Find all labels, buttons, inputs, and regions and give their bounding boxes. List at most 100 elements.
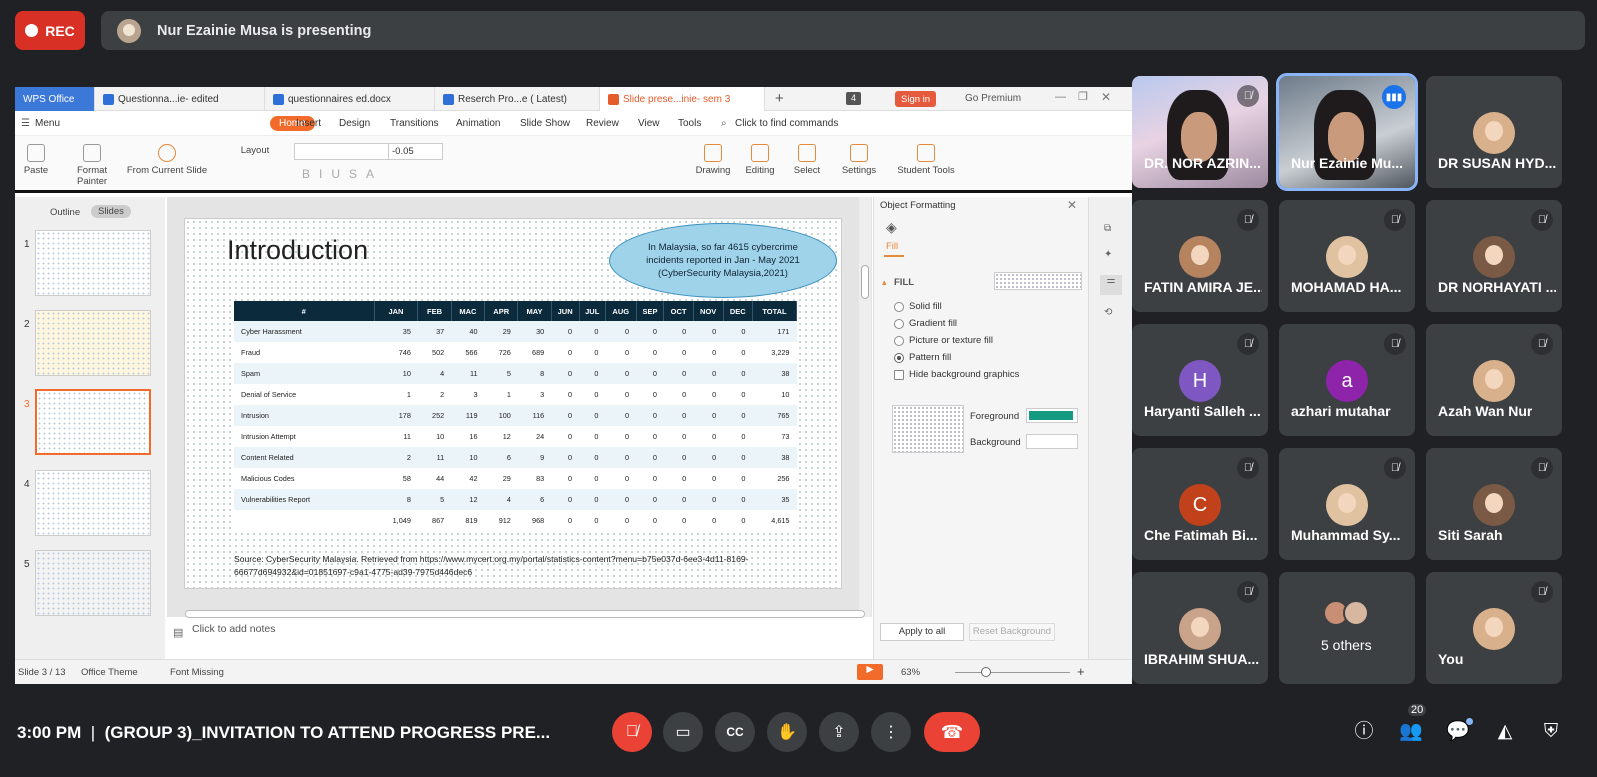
paste-button[interactable]: Paste [19, 144, 53, 176]
zoom-slider-handle[interactable] [981, 667, 991, 677]
properties-icon[interactable]: ⚌ [1100, 275, 1122, 295]
tab-transitions[interactable]: Transitions [390, 118, 439, 129]
host-controls-icon[interactable]: ⛨ [1539, 720, 1563, 744]
horizontal-scrollbar[interactable] [185, 610, 865, 618]
zoom-level[interactable]: 63% [901, 667, 920, 678]
reset-background-button[interactable]: Reset Background [969, 623, 1055, 641]
outline-tab[interactable]: Outline [50, 207, 80, 218]
pattern-preview-select[interactable] [892, 405, 964, 453]
meeting-details-icon[interactable]: ⓘ [1352, 720, 1376, 744]
font-size-select[interactable]: -0.05 [388, 143, 443, 160]
minimize-icon[interactable]: — [1055, 91, 1066, 103]
participant-tile[interactable]: 🎙̸ MOHAMAD HA... [1279, 200, 1415, 312]
participant-tile[interactable]: ▮▮▮ Nur Ezainie Mu... [1276, 73, 1418, 191]
zoom-slider[interactable] [955, 672, 1070, 673]
slide-thumbnail-4[interactable] [35, 470, 151, 536]
go-premium-link[interactable]: Go Premium [965, 93, 1021, 104]
menu-button[interactable]: Menu [35, 118, 60, 129]
new-tab-icon[interactable]: + [775, 90, 784, 107]
solid-fill-option[interactable]: Solid fill [894, 301, 942, 312]
mic-off-icon: 🎙̸ [626, 723, 638, 740]
captions-button[interactable]: CC [715, 712, 755, 752]
participant-tile[interactable]: 🎙̸ Azah Wan Nur [1426, 324, 1562, 436]
tab-slide-presentation[interactable]: Slide prese...inie- sem 3 [600, 87, 765, 111]
font-missing-indicator[interactable]: Font Missing [170, 667, 224, 678]
more-options-button[interactable]: ⋮ [871, 712, 911, 752]
hide-background-checkbox[interactable]: Hide background graphics [894, 369, 1019, 380]
slide-thumbnail-2[interactable] [35, 310, 151, 376]
tab-questionnaire-edited[interactable]: Questionna...ie- edited [95, 87, 265, 111]
participant-tile[interactable]: 🎙̸ IBRAHIM SHUA... [1132, 572, 1268, 684]
layout-button[interactable]: Layout [230, 145, 280, 156]
tab-review[interactable]: Review [586, 118, 619, 129]
participant-tile[interactable]: a 🎙̸ azhari mutahar [1279, 324, 1415, 436]
tab-questionnaires-docx[interactable]: questionnaires ed.docx [265, 87, 435, 111]
participant-initial-avatar: C [1179, 484, 1221, 526]
format-painter-button[interactable]: Format Painter [77, 144, 107, 187]
from-current-slide-button[interactable]: From Current Slide [122, 144, 212, 176]
fill-type-select[interactable] [994, 272, 1082, 290]
select-button[interactable]: Select [787, 144, 827, 176]
settings-button[interactable]: Settings [835, 144, 883, 176]
font-name-select[interactable] [294, 143, 389, 160]
hamburger-icon[interactable]: ☰ [21, 118, 30, 129]
present-button[interactable]: ⇪ [819, 712, 859, 752]
command-search-input[interactable]: Click to find commands [735, 118, 838, 129]
participant-tile[interactable]: 🎙̸ You [1426, 572, 1562, 684]
tab-view[interactable]: View [638, 118, 660, 129]
close-window-icon[interactable]: ✕ [1101, 90, 1111, 104]
current-slide[interactable]: Introduction In Malaysia, so far 4615 cy… [184, 218, 842, 589]
sign-in-button[interactable]: Sign in [895, 91, 937, 107]
tab-insert[interactable]: Insert [296, 118, 321, 129]
tab-wps-office[interactable]: WPS Office [15, 87, 95, 111]
slide-thumbnail-5[interactable] [35, 550, 151, 616]
raise-hand-button[interactable]: ✋ [767, 712, 807, 752]
slides-tab[interactable]: Slides [91, 205, 131, 218]
tab-slide-show[interactable]: Slide Show [520, 118, 570, 129]
participant-tile[interactable]: 🎙̸ Siti Sarah [1426, 448, 1562, 560]
background-color-picker[interactable] [1026, 434, 1078, 449]
participant-tile[interactable]: 🎙̸ FATIN AMIRA JE... [1132, 200, 1268, 312]
apply-to-all-button[interactable]: Apply to all [880, 623, 964, 641]
play-slideshow-icon[interactable]: ▶ [857, 664, 883, 680]
participant-tile[interactable]: 🎙̸ Muhammad Sy... [1279, 448, 1415, 560]
participant-tile[interactable]: C 🎙̸ Che Fatimah Bi... [1132, 448, 1268, 560]
participant-tile[interactable]: 🎙̸ DR. NOR AZRIN... [1132, 76, 1268, 188]
people-icon[interactable]: 👥 [1399, 720, 1423, 744]
pin-icon[interactable]: ✦ [1104, 249, 1112, 260]
close-pane-icon[interactable]: ✕ [1067, 198, 1077, 212]
drawing-button[interactable]: Drawing [693, 144, 733, 176]
participant-tile[interactable]: DR SUSAN HYD... [1426, 76, 1562, 188]
restore-icon[interactable]: ❐ [1078, 90, 1088, 103]
collapse-fill-icon[interactable]: ▴ [882, 277, 887, 288]
participant-tile[interactable]: 5 others [1279, 572, 1415, 684]
fill-tab[interactable]: Fill [886, 241, 898, 252]
slide-thumbnail-1[interactable] [35, 230, 151, 296]
participant-tile[interactable]: 🎙̸ DR NORHAYATI ... [1426, 200, 1562, 312]
leave-call-button[interactable]: ☎ [924, 712, 980, 752]
camera-button[interactable]: ▭ [663, 712, 703, 752]
activities-icon[interactable]: ◭ [1493, 720, 1517, 744]
tab-design[interactable]: Design [339, 118, 370, 129]
pattern-fill-option[interactable]: Pattern fill [894, 352, 951, 363]
tab-animation[interactable]: Animation [456, 118, 500, 129]
participant-tile[interactable]: H 🎙̸ Haryanti Salleh ... [1132, 324, 1268, 436]
gradient-fill-option[interactable]: Gradient fill [894, 318, 957, 329]
editing-button[interactable]: Editing [740, 144, 780, 176]
history-icon[interactable]: ⟲ [1104, 307, 1112, 318]
notes-input[interactable]: Click to add notes [192, 623, 275, 635]
mic-muted-button[interactable]: 🎙̸ [612, 712, 652, 752]
tab-tools[interactable]: Tools [678, 118, 701, 129]
foreground-color-picker[interactable] [1026, 408, 1078, 423]
tab-count-badge[interactable]: 4 [846, 92, 861, 105]
slide-thumbnail-3[interactable] [35, 389, 151, 455]
zoom-in-icon[interactable]: + [1077, 664, 1085, 679]
pane-title[interactable]: Object Formatting [880, 200, 956, 211]
text-style-buttons[interactable]: BIUSA [302, 167, 383, 181]
tab-research-proposal[interactable]: Reserch Pro...e ( Latest) [435, 87, 600, 111]
vertical-scrollbar[interactable] [859, 197, 871, 617]
picture-fill-option[interactable]: Picture or texture fill [894, 335, 993, 346]
copy-icon[interactable]: ⧉ [1104, 223, 1111, 234]
student-tools-button[interactable]: Student Tools [895, 144, 957, 176]
search-icon[interactable]: ⌕ [721, 118, 727, 129]
